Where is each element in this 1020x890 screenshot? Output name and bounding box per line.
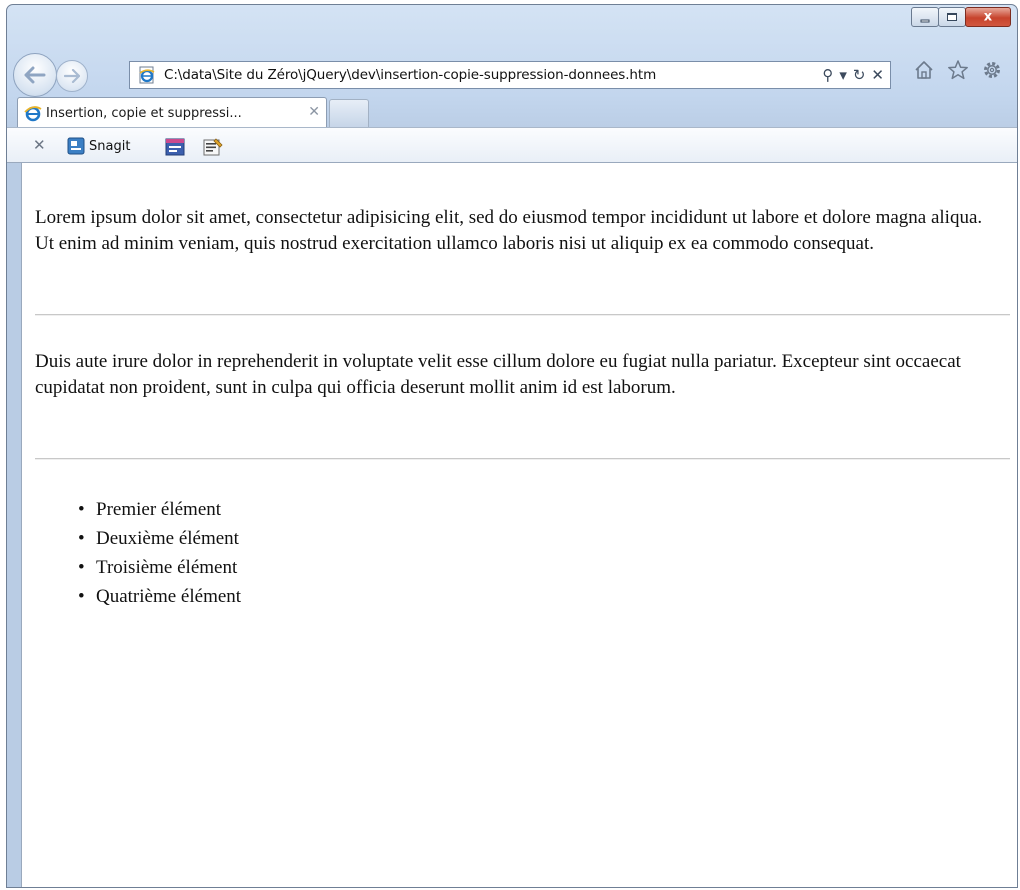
minimize-icon xyxy=(920,19,930,23)
dropdown-icon[interactable]: ▾ xyxy=(839,65,847,85)
toolbar-close-icon[interactable]: ✕ xyxy=(33,136,46,154)
paragraph-1: Lorem ipsum dolor sit amet, consectetur … xyxy=(35,207,983,254)
command-toolbar: ✕ Snagit xyxy=(7,127,1017,163)
bullet-list: • Premier élément • Deuxième élément • Troi… xyxy=(78,495,241,611)
home-icon[interactable] xyxy=(913,59,935,81)
ie-logo-icon xyxy=(24,106,42,122)
list-item-text: Deuxième élément xyxy=(96,528,239,549)
list-item-text: Troisième élément xyxy=(96,557,238,578)
refresh-icon[interactable]: ↻ xyxy=(853,65,866,85)
horizontal-rule xyxy=(35,458,1010,460)
snagit-label: Snagit xyxy=(89,138,131,154)
list-item: • Quatrième élément xyxy=(78,582,241,611)
snagit-icon xyxy=(67,137,85,155)
title-bar[interactable]: x xyxy=(7,5,1017,41)
back-button[interactable] xyxy=(13,53,57,97)
list-item: • Premier élément xyxy=(78,495,241,524)
back-icon xyxy=(24,66,46,84)
bullet: • xyxy=(78,557,85,578)
list-item: • Troisième élément xyxy=(78,553,241,582)
bullet: • xyxy=(78,499,85,520)
tools-icon[interactable] xyxy=(981,59,1003,81)
search-icon[interactable]: ⚲ xyxy=(822,65,833,85)
stop-icon[interactable]: ✕ xyxy=(871,65,884,85)
list-item-text: Premier élément xyxy=(96,499,222,520)
list-item: • Deuxième élément xyxy=(78,524,241,553)
horizontal-rule xyxy=(35,314,1010,316)
snagit-button[interactable]: Snagit xyxy=(67,137,130,155)
list-item-text: Quatrième élément xyxy=(96,586,242,607)
forward-button[interactable] xyxy=(56,60,88,92)
address-input[interactable]: C:\data\Site du Zéro\jQuery\dev\insertio… xyxy=(164,67,656,83)
tab-title: Insertion, copie et suppressi... xyxy=(46,106,242,121)
notes-icon[interactable] xyxy=(203,138,223,156)
bullet: • xyxy=(78,586,85,607)
page-content: Lorem ipsum dolor sit amet, consectetur … xyxy=(21,163,1017,887)
close-window-button[interactable]: x xyxy=(965,7,1011,27)
maximize-button[interactable] xyxy=(938,7,966,27)
forward-icon xyxy=(64,69,80,83)
close-icon: x xyxy=(983,9,993,25)
tab-active[interactable]: Insertion, copie et suppressi... ✕ xyxy=(17,97,327,127)
maximize-icon xyxy=(947,13,957,21)
tab-row: Insertion, copie et suppressi... ✕ xyxy=(7,97,1017,127)
new-tab-button[interactable] xyxy=(329,99,369,127)
window-controls: x xyxy=(911,7,1011,27)
bullet: • xyxy=(78,528,85,549)
page-icon xyxy=(139,66,155,84)
address-tools: ⚲ ▾ ↻ ✕ xyxy=(822,65,884,85)
browser-window: x C:\data\Site du Zéro\jQuery\dev\insert… xyxy=(6,4,1018,888)
address-bar[interactable]: C:\data\Site du Zéro\jQuery\dev\insertio… xyxy=(129,61,891,89)
favorites-icon[interactable] xyxy=(947,59,969,81)
paragraph-2: Duis aute irure dolor in reprehenderit i… xyxy=(35,351,961,398)
minimize-button[interactable] xyxy=(911,7,939,27)
navigation-bar: C:\data\Site du Zéro\jQuery\dev\insertio… xyxy=(7,47,1017,97)
window-capture-icon[interactable] xyxy=(165,138,185,156)
tab-close-icon[interactable]: ✕ xyxy=(308,104,320,120)
browser-command-icons xyxy=(913,59,1003,81)
